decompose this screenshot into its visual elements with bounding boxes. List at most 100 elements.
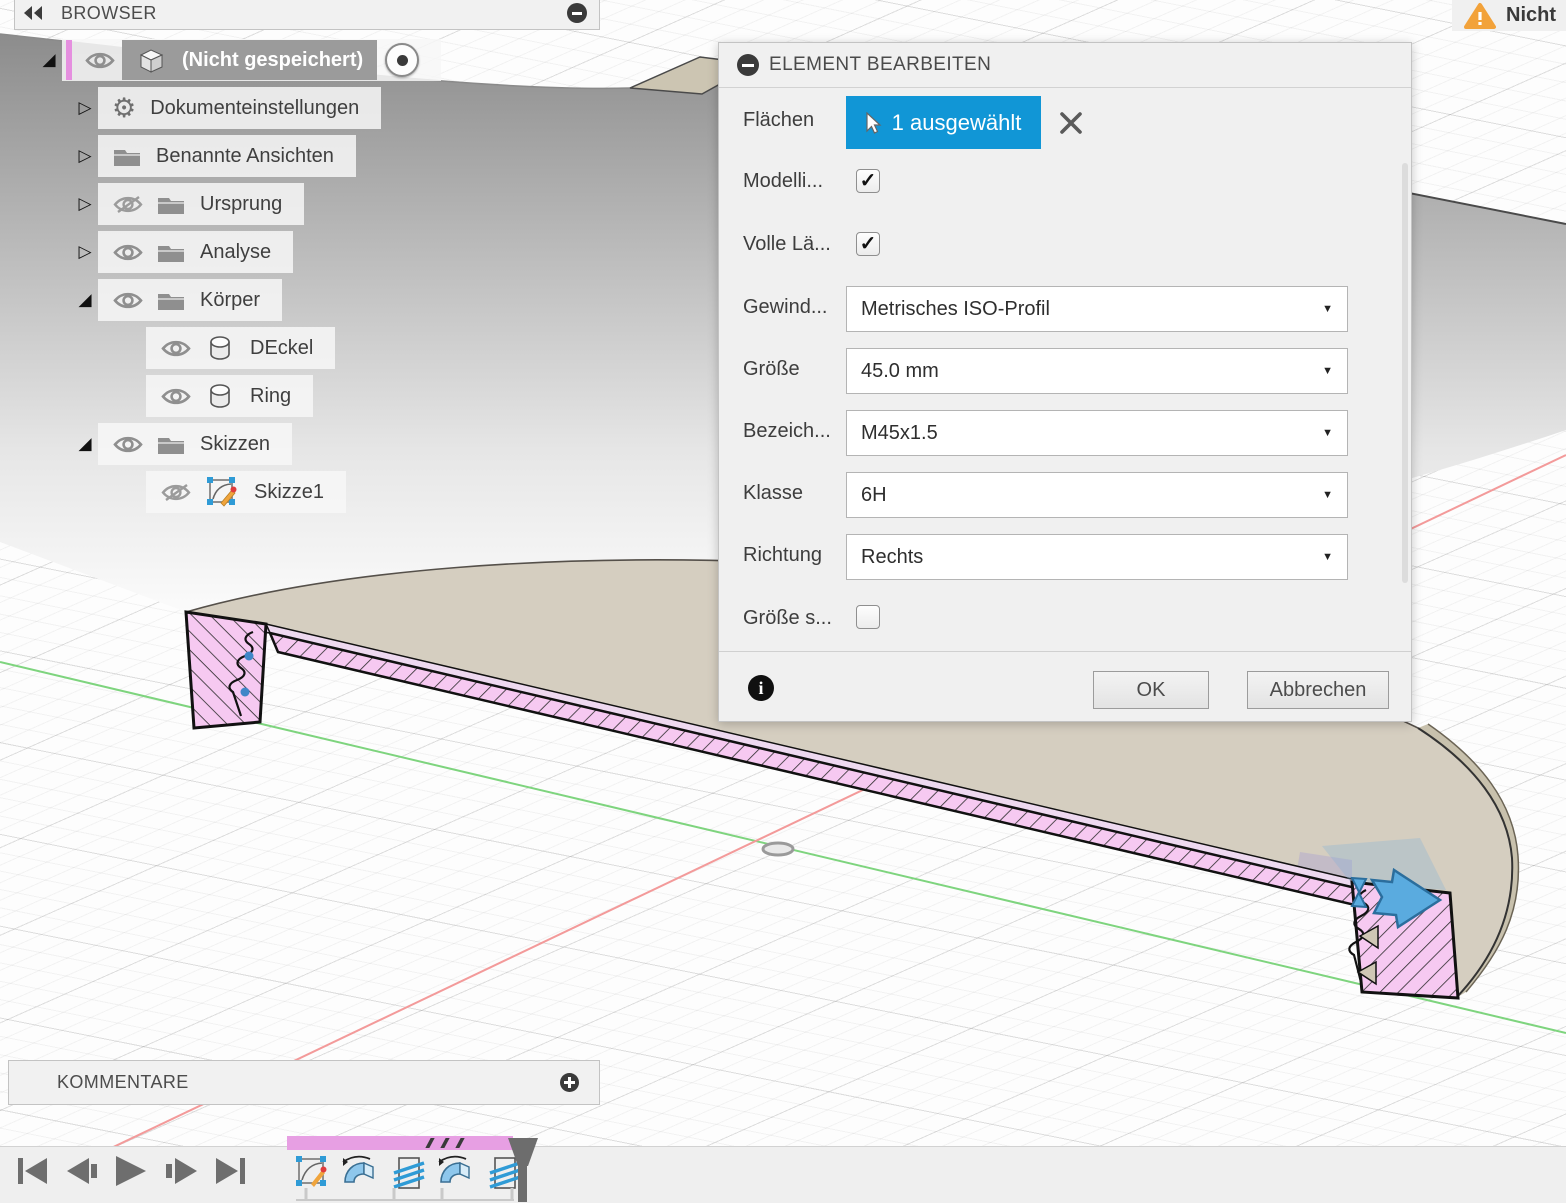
clear-selection-icon[interactable] xyxy=(1059,111,1083,140)
visibility-eye-icon[interactable] xyxy=(160,338,192,359)
tree-row-body-deckel[interactable]: DEckel xyxy=(146,326,335,370)
tree-label: Analyse xyxy=(200,241,271,264)
direction-select[interactable]: Rechts ▼ xyxy=(846,534,1348,580)
cursor-icon xyxy=(866,112,882,134)
folder-icon xyxy=(156,193,186,216)
tree-label: Ring xyxy=(250,385,291,408)
folder-icon xyxy=(156,433,186,456)
tree-row-sketch1[interactable]: Skizze1 xyxy=(146,470,346,514)
chevron-down-icon: ▼ xyxy=(1322,303,1333,315)
visibility-eye-icon[interactable] xyxy=(84,50,116,71)
active-doc-radio[interactable] xyxy=(385,43,419,77)
expand-triangle-icon[interactable]: ◢ xyxy=(72,290,98,310)
visibility-eye-icon[interactable] xyxy=(160,386,192,407)
chevron-down-icon: ▼ xyxy=(1322,427,1333,439)
add-comment-icon[interactable] xyxy=(560,1073,579,1092)
designation-select[interactable]: M45x1.5 ▼ xyxy=(846,410,1348,456)
selection-button[interactable]: 1 ausgewählt xyxy=(846,96,1041,149)
full-length-label: Volle Lä... xyxy=(743,233,831,256)
folder-icon xyxy=(156,241,186,264)
warning-icon xyxy=(1464,2,1496,30)
sketch-icon xyxy=(204,474,240,510)
dialog-grip-icon[interactable] xyxy=(737,54,759,76)
size-select[interactable]: 45.0 mm ▼ xyxy=(846,348,1348,394)
timeline-skip-end-button[interactable] xyxy=(212,1154,250,1188)
dialog-scrollbar[interactable] xyxy=(1402,163,1408,583)
collapse-triangle-icon[interactable]: ▷ xyxy=(72,146,98,166)
tree-label: Skizze1 xyxy=(254,481,324,504)
timeline-skip-start-button[interactable] xyxy=(14,1154,52,1188)
visibility-off-icon[interactable] xyxy=(160,482,192,503)
timeline-play-button[interactable] xyxy=(112,1154,150,1188)
tree-row-origin[interactable]: ▷ Ursprung xyxy=(72,182,304,226)
designation-value: M45x1.5 xyxy=(861,422,938,445)
designation-label: Bezeich... xyxy=(743,420,831,443)
expand-triangle-icon[interactable]: ◢ xyxy=(36,50,62,70)
size-value: 45.0 mm xyxy=(861,360,939,383)
thread-type-select[interactable]: Metrisches ISO-Profil ▼ xyxy=(846,286,1348,332)
visibility-eye-icon[interactable] xyxy=(112,290,144,311)
collapse-triangle-icon[interactable]: ▷ xyxy=(72,242,98,262)
modeled-label: Modelli... xyxy=(743,170,823,193)
timeline-step-forward-button[interactable] xyxy=(162,1154,200,1188)
timeline-feature-thread[interactable] xyxy=(388,1152,428,1192)
timeline-progress-bar[interactable] xyxy=(287,1136,513,1150)
faces-label: Flächen xyxy=(743,109,814,132)
timeline-step-back-button[interactable] xyxy=(64,1154,102,1188)
collapse-triangle-icon[interactable]: ▷ xyxy=(72,194,98,214)
tree-row-named-views[interactable]: ▷ Benannte Ansichten xyxy=(72,134,356,178)
timeline-feature-revolve[interactable] xyxy=(436,1152,476,1192)
active-doc-marker xyxy=(66,40,72,80)
tree-row-body-ring[interactable]: Ring xyxy=(146,374,313,418)
collapse-triangle-icon[interactable]: ▷ xyxy=(72,98,98,118)
timeline-feature-sketch[interactable] xyxy=(292,1152,332,1192)
gear-icon: ⚙ xyxy=(112,95,136,122)
visibility-off-icon[interactable] xyxy=(112,194,144,215)
timeline-feature-revolve[interactable] xyxy=(340,1152,380,1192)
ok-button[interactable]: OK xyxy=(1093,671,1209,709)
tree-row-document-settings[interactable]: ▷ ⚙ Dokumenteinstellungen xyxy=(72,86,381,130)
class-value: 6H xyxy=(861,484,887,507)
size-label: Größe xyxy=(743,358,800,381)
tree-row-sketches[interactable]: ◢ Skizzen xyxy=(72,422,292,466)
doc-title: (Nicht gespeichert) xyxy=(182,49,363,72)
tree-label: Ursprung xyxy=(200,193,282,216)
full-length-checkbox[interactable]: ✓ xyxy=(856,232,880,256)
comments-title: KOMMENTARE xyxy=(57,1072,189,1093)
warning-label: Nicht xyxy=(1506,4,1556,27)
cancel-button[interactable]: Abbrechen xyxy=(1247,671,1389,709)
direction-label: Richtung xyxy=(743,544,822,567)
selected-doc-item[interactable]: (Nicht gespeichert) xyxy=(122,40,377,80)
visibility-eye-icon[interactable] xyxy=(112,434,144,455)
modeled-checkbox[interactable]: ✓ xyxy=(856,169,880,193)
thread-type-value: Metrisches ISO-Profil xyxy=(861,298,1050,321)
browser-panel: BROWSER xyxy=(14,0,600,30)
tree-row-analysis[interactable]: ▷ Analyse xyxy=(72,230,293,274)
visibility-eye-icon[interactable] xyxy=(112,242,144,263)
unsaved-warning[interactable]: Nicht xyxy=(1452,0,1566,31)
collapse-panel-icon[interactable] xyxy=(23,6,43,20)
edit-feature-dialog: ELEMENT BEARBEITEN Flächen 1 ausgewählt … xyxy=(718,42,1412,722)
tree-label: Körper xyxy=(200,289,260,312)
size-match-checkbox[interactable] xyxy=(856,605,880,629)
cube-icon xyxy=(136,46,166,74)
dialog-header[interactable]: ELEMENT BEARBEITEN xyxy=(719,43,1411,88)
tree-row-bodies[interactable]: ◢ Körper xyxy=(72,278,282,322)
cylinder-body-icon xyxy=(204,382,236,410)
expand-triangle-icon[interactable]: ◢ xyxy=(72,434,98,454)
chevron-down-icon: ▼ xyxy=(1322,489,1333,501)
tree-row-root[interactable]: ◢ (Nicht gespeichert) xyxy=(36,38,441,82)
dialog-title: ELEMENT BEARBEITEN xyxy=(769,54,991,76)
info-icon[interactable]: i xyxy=(748,675,774,701)
cylinder-body-icon xyxy=(204,334,236,362)
tree-label: Benannte Ansichten xyxy=(156,145,334,168)
class-select[interactable]: 6H ▼ xyxy=(846,472,1348,518)
comments-panel[interactable]: KOMMENTARE xyxy=(8,1060,600,1105)
remove-panel-icon[interactable] xyxy=(567,3,587,23)
browser-title: BROWSER xyxy=(61,3,157,24)
section-block-left[interactable] xyxy=(186,612,266,728)
timeline-playhead[interactable] xyxy=(505,1136,541,1202)
folder-icon xyxy=(156,289,186,312)
selection-count: 1 ausgewählt xyxy=(892,110,1022,136)
size-match-label: Größe s... xyxy=(743,607,832,630)
